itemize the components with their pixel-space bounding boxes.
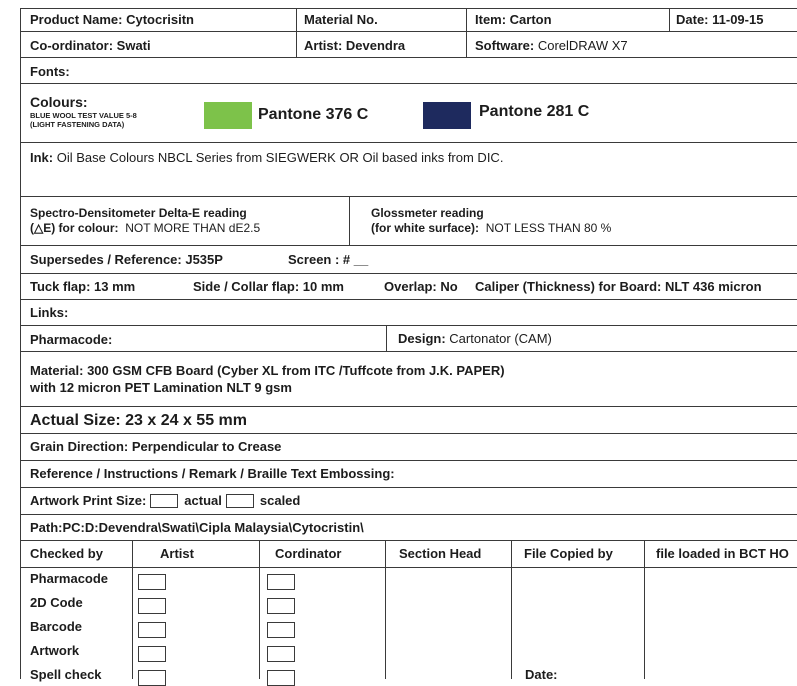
- artwork-print-size-field: Artwork Print Size: actual scaled: [30, 493, 301, 508]
- coordinator-artwork-checkbox[interactable]: [267, 646, 295, 662]
- check-row-label: Barcode: [30, 619, 83, 634]
- pantone-281c-swatch: [423, 102, 471, 129]
- gloss-title: Glossmeter reading: [371, 206, 484, 220]
- table-top-border: [20, 8, 797, 9]
- row-divider: [20, 245, 797, 246]
- gloss-reading: (for white surface): NOT LESS THAN 80 %: [371, 221, 612, 235]
- file-loaded-column-header: file loaded in BCT HO: [656, 546, 789, 561]
- row-divider: [20, 351, 797, 352]
- screen-field: Screen : # __: [288, 252, 369, 267]
- col-divider: [296, 8, 297, 57]
- grain-direction-field: Grain Direction: Perpendicular to Crease: [30, 439, 282, 454]
- colours-label: Colours:: [30, 94, 88, 110]
- artist-2d-code-checkbox[interactable]: [138, 598, 166, 614]
- row-divider: [20, 487, 797, 488]
- artist-artwork-checkbox[interactable]: [138, 646, 166, 662]
- supersedes-field: Supersedes / Reference: J535P: [30, 252, 223, 267]
- check-row-label: Pharmacode: [30, 571, 109, 586]
- file-copied-date-label: Date:: [525, 667, 558, 682]
- coordinator-2d-code-checkbox[interactable]: [267, 598, 295, 614]
- row-divider: [20, 31, 797, 32]
- row-divider: [20, 273, 797, 274]
- cordinator-column-header: Cordinator: [275, 546, 342, 561]
- overlap-field: Overlap: No: [384, 279, 458, 294]
- light-fastening-note: (LIGHT FASTENING DATA): [30, 120, 125, 129]
- artist-spell-check-checkbox[interactable]: [138, 670, 166, 686]
- pantone-281c-label: Pantone 281 C: [479, 103, 590, 120]
- fonts-label: Fonts:: [30, 64, 70, 79]
- file-path-field: Path:PC:D:Devendra\Swati\Cipla Malaysia\…: [30, 520, 364, 535]
- caliper-field: Caliper (Thickness) for Board: NLT 436 m…: [475, 279, 762, 294]
- row-divider: [20, 142, 797, 143]
- check-row-label: Artwork: [30, 643, 80, 658]
- links-label: Links:: [30, 305, 69, 320]
- tuck-flap-field: Tuck flap: 13 mm: [30, 279, 136, 294]
- file-copied-by-column-header: File Copied by: [524, 546, 613, 561]
- row-divider: [20, 567, 797, 568]
- date-field: Date: 11-09-15: [676, 12, 764, 27]
- coordinator-pharmacode-checkbox[interactable]: [267, 574, 295, 590]
- artist-barcode-checkbox[interactable]: [138, 622, 166, 638]
- col-divider: [669, 8, 670, 31]
- reference-field: Reference / Instructions / Remark / Brai…: [30, 466, 395, 481]
- side-flap-field: Side / Collar flap: 10 mm: [193, 279, 344, 294]
- table-left-border: [20, 8, 21, 679]
- section-head-column-header: Section Head: [399, 546, 482, 561]
- col-divider: [259, 540, 260, 679]
- ink-field: Ink: Oil Base Colours NBCL Series from S…: [30, 150, 504, 165]
- row-divider: [20, 460, 797, 461]
- col-divider: [386, 325, 387, 351]
- col-divider: [132, 540, 133, 679]
- material-line-1: Material: 300 GSM CFB Board (Cyber XL fr…: [30, 363, 505, 378]
- check-row-label: Spell check: [30, 667, 102, 682]
- row-divider: [20, 196, 797, 197]
- pharmacode-label: Pharmacode:: [30, 332, 113, 347]
- row-divider: [20, 406, 797, 407]
- checked-by-header: Checked by: [30, 546, 103, 561]
- row-divider: [20, 433, 797, 434]
- check-row-label: 2D Code: [30, 595, 83, 610]
- spectro-title: Spectro-Densitometer Delta-E reading: [30, 206, 247, 220]
- coordinator-barcode-checkbox[interactable]: [267, 622, 295, 638]
- spectro-reading: (△E) for colour: NOT MORE THAN dE2.5: [30, 221, 261, 235]
- row-divider: [20, 299, 797, 300]
- col-divider: [349, 196, 350, 245]
- row-divider: [20, 540, 797, 541]
- design-field: Design: Cartonator (CAM): [398, 331, 552, 346]
- artist-pharmacode-checkbox[interactable]: [138, 574, 166, 590]
- col-divider: [511, 540, 512, 679]
- coordinator-spell-check-checkbox[interactable]: [267, 670, 295, 686]
- row-divider: [20, 83, 797, 84]
- pantone-376c-swatch: [204, 102, 252, 129]
- actual-size-field: Actual Size: 23 x 24 x 55 mm: [30, 412, 247, 429]
- product-name-field: Product Name: Cytocrisitn: [30, 12, 194, 27]
- material-no-label: Material No.: [304, 12, 378, 27]
- item-field: Item: Carton: [475, 12, 552, 27]
- row-divider: [20, 57, 797, 58]
- row-divider: [20, 325, 797, 326]
- artwork-spec-sheet: Product Name: Cytocrisitn Material No. I…: [20, 8, 797, 686]
- row-divider: [20, 514, 797, 515]
- actual-size-checkbox[interactable]: [150, 494, 179, 508]
- col-divider: [644, 540, 645, 679]
- coordinator-field: Co-ordinator: Swati: [30, 38, 151, 53]
- blue-wool-note: BLUE WOOL TEST VALUE 5-8: [30, 111, 137, 120]
- col-divider: [466, 8, 467, 57]
- scaled-size-checkbox[interactable]: [225, 494, 254, 508]
- material-line-2: with 12 micron PET Lamination NLT 9 gsm: [30, 380, 292, 395]
- col-divider: [385, 540, 386, 679]
- pantone-376c-label: Pantone 376 C: [258, 106, 369, 123]
- artist-column-header: Artist: [160, 546, 194, 561]
- artist-field: Artist: Devendra: [304, 38, 406, 53]
- software-field: Software: CorelDRAW X7: [475, 38, 628, 53]
